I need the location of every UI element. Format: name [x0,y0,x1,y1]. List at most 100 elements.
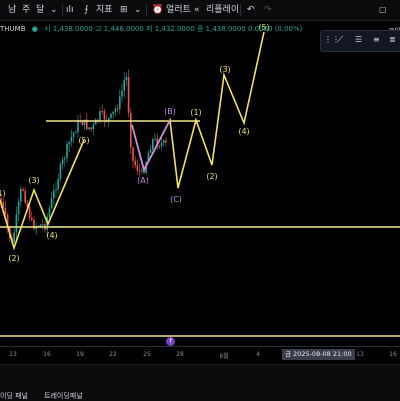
candle-body [108,117,110,121]
layout-grid-icon[interactable]: ⊞ [120,3,128,17]
candle-body [121,90,123,97]
candle-body [70,136,73,142]
candle-body [48,208,51,217]
candle-body [22,189,24,191]
indicators-button[interactable]: 지표 [96,3,113,17]
x-tick: 28 [176,351,184,358]
alert-button[interactable]: 얼러트 [166,3,191,17]
candle-body [125,77,128,80]
candle-body [112,111,114,114]
candle-body [88,127,90,129]
candle-body [57,179,59,190]
candle-body [103,111,106,120]
toolbar-divider [62,4,63,16]
candle-body [81,121,84,126]
time-axis[interactable]: 13 16 19 22 25 28 8월 4 10 13 16 금 2025-0… [0,346,400,365]
x-tick: 16 [43,351,51,358]
redo-icon[interactable]: ↷ [264,3,272,17]
candle-body [99,111,101,121]
undo-icon[interactable]: ↶ [247,3,255,17]
candle-body [130,113,132,148]
candle-body [127,77,130,114]
fib-icon[interactable]: ≡ [373,33,380,47]
wave-label: (1) [190,108,201,117]
candle-body [53,190,55,199]
chevron-down-icon[interactable]: ⌄ [134,3,142,17]
wave-label: (4) [46,231,57,240]
timeframe-week[interactable]: 주 [22,3,30,17]
price-chart[interactable]: (2)(3)(4)(5)(A)(B)(C)(1)(2)(3)(4)(5)(1) [0,20,400,346]
candle-body [123,79,125,91]
x-tick: 22 [109,351,117,358]
alert-icon[interactable]: ⏰ [152,3,163,17]
wave-label: (1) [0,189,6,198]
candle-body [50,198,53,209]
wave-label: (3) [28,176,39,185]
x-tick: 4 [256,351,260,358]
candle-body [59,164,62,180]
drawing-toolbar: ⋮⋮ ⟋ ☰ ≡ ≣ [320,30,400,52]
candle-body [114,108,117,112]
candle-body [61,159,64,165]
trendline-icon[interactable]: ⟋ [337,33,343,47]
symbol-name: THUMB [0,25,26,33]
chevron-down-icon[interactable]: ⌄ [50,3,58,17]
candle-body [75,132,77,134]
impulse-wave-line [0,139,85,251]
candle-body [101,111,103,113]
x-tick: 13 [9,351,17,358]
wave-label: (A) [137,176,149,185]
replay-button[interactable]: 리플레이 [206,3,239,17]
wave-label: (4) [238,127,249,136]
x-tick: 25 [143,351,151,358]
x-tick: 19 [76,351,84,358]
candle-body [28,207,31,219]
toolbar-divider [240,4,241,16]
indicators-icon[interactable]: ⨍ [84,3,89,17]
symbol-info: THUMB ● 시 1,438.0000 고 1,446.0000 저 1,43… [0,22,302,36]
bar-style-icon[interactable]: ılı [66,3,74,17]
fullscreen-icon[interactable]: ▢ [379,3,387,17]
candle-body [92,124,95,130]
timeframe-month[interactable]: 달 [36,3,44,17]
candle-body [160,142,163,147]
candle-body [165,140,167,143]
candle-body [77,120,79,133]
replay-icon[interactable]: « [194,3,200,17]
candle-body [15,214,18,233]
x-tick: 16 [389,351,397,358]
candle-body [132,147,134,161]
candle-body [90,127,92,130]
candle-body [149,149,152,153]
candle-body [66,144,68,158]
candle-body [136,165,139,171]
event-marker[interactable]: f [166,337,175,346]
toolbar-divider [146,4,147,16]
corner-panel: ▢ [376,0,400,20]
ohlc-values: 시 1,438.0000 고 1,446.0000 저 1,432.0000 종… [44,25,303,33]
candle-body [154,138,156,140]
wave-label: (C) [170,195,182,204]
wave-label: (2) [8,254,19,263]
wave-label: (2) [206,172,217,181]
candle-body [55,189,57,191]
x-tick: 8월 [219,353,229,360]
top-toolbar: 남 주 달 ⌄ ılı ⨍ 지표 ⊞ ⌄ ⏰ 얼러트 « 리플레이 ↶ ↷ [0,0,400,21]
channel-icon[interactable]: ☰ [355,33,362,47]
candle-body [13,232,15,243]
candle-body [20,189,22,202]
candle-body [24,190,26,203]
cursor-time-label: 금 2025-08-08 21:00 [282,349,355,360]
candle-body [138,170,141,172]
candle-body [42,224,44,226]
candle-body [163,140,165,143]
candle-body [134,160,136,166]
candle-body [72,132,75,137]
horizontal-levels [0,120,400,337]
timeframe-day[interactable]: 남 [8,3,16,17]
candle-body [152,139,154,150]
candle-body [116,108,119,110]
more-tools-icon[interactable]: ≣ [389,33,396,47]
candle-body [17,201,20,215]
bottom-panel: 이딩 패널 트레이딩패널 [0,364,400,401]
